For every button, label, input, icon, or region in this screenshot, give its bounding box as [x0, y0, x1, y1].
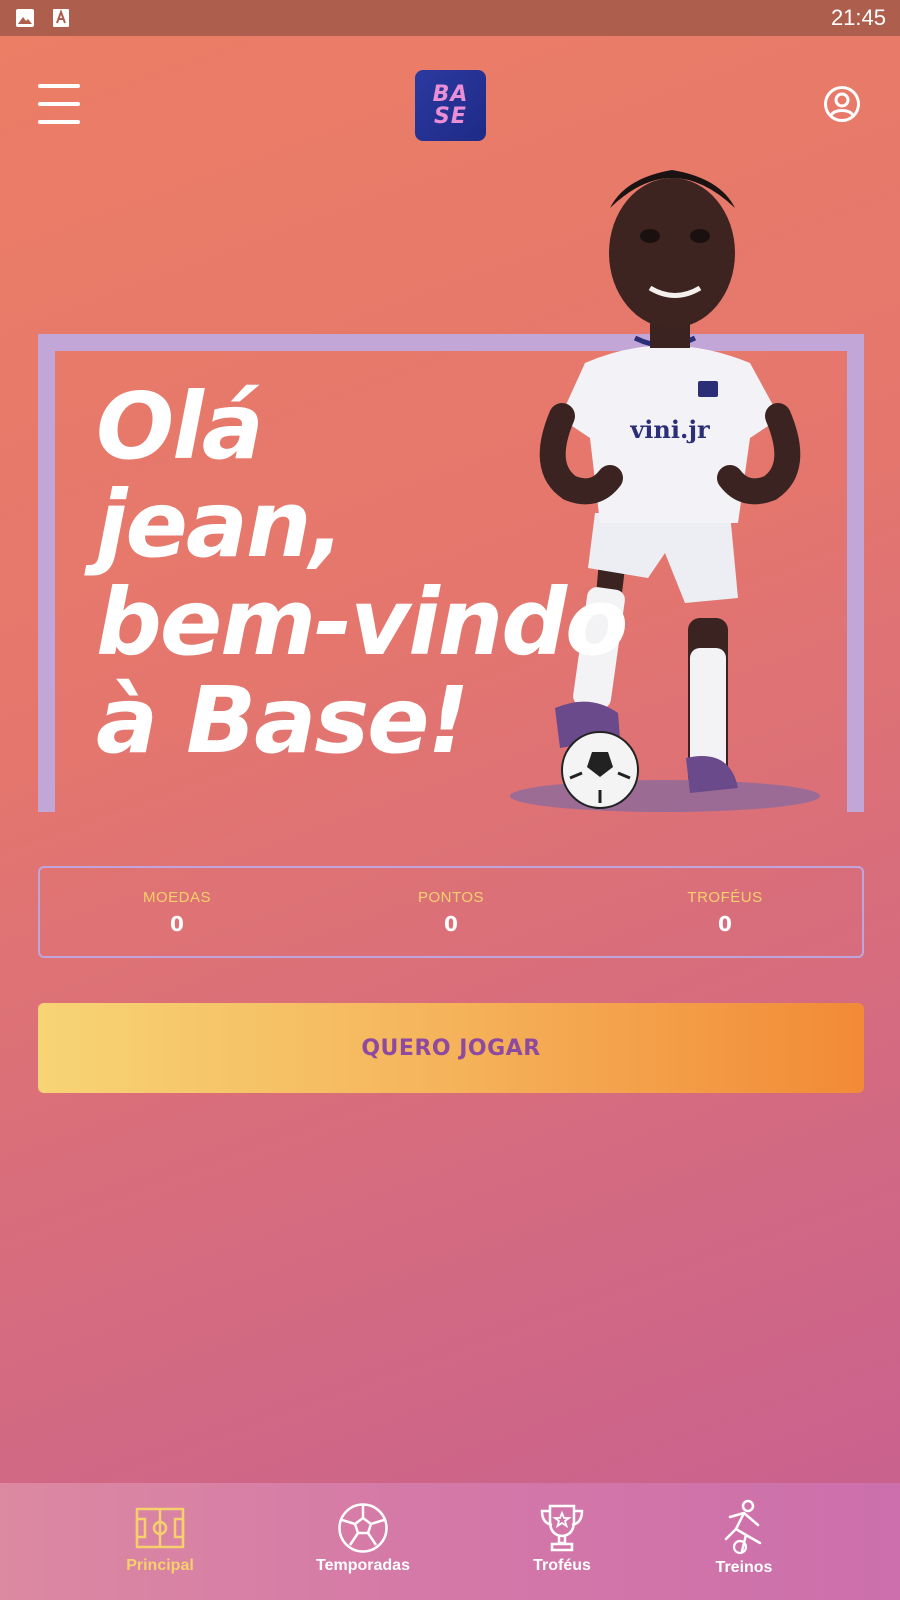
stat-points: PONTOS 0: [351, 889, 551, 936]
image-icon: [14, 7, 36, 29]
trophy-icon: [538, 1503, 586, 1553]
field-icon: [135, 1503, 185, 1553]
nav-item-trofeus[interactable]: Troféus: [512, 1483, 612, 1600]
stat-label: MOEDAS: [142, 888, 211, 906]
welcome-greeting: Olá jean, bem-vindo à Base!: [96, 378, 656, 770]
soccer-ball-icon: [337, 1503, 389, 1553]
nav-item-principal[interactable]: Principal: [110, 1483, 210, 1600]
training-player-icon: [718, 1499, 770, 1555]
status-bar: 21:45: [0, 0, 900, 36]
nav-label: Treinos: [715, 1559, 773, 1576]
user-circle-icon[interactable]: [823, 85, 861, 123]
nav-label: Principal: [126, 1557, 194, 1574]
status-time: 21:45: [830, 5, 886, 30]
nav-item-temporadas[interactable]: Temporadas: [303, 1483, 423, 1600]
stat-value: 0: [170, 911, 184, 936]
nav-item-treinos[interactable]: Treinos: [694, 1483, 794, 1600]
logo-line-2: SE: [434, 103, 467, 129]
nav-label: Temporadas: [316, 1557, 410, 1574]
stat-value: 0: [444, 911, 458, 936]
play-button[interactable]: QUERO JOGAR: [38, 1003, 864, 1093]
bottom-nav: Principal Temporadas Troféus Treinos: [0, 1483, 900, 1600]
logo-line-1: BA: [432, 81, 469, 107]
stat-label: PONTOS: [417, 888, 485, 906]
play-button-label: QUERO JOGAR: [361, 1035, 541, 1061]
stat-label: TROFÉUS: [687, 888, 763, 906]
stat-trophies: TROFÉUS 0: [625, 889, 825, 936]
stats-panel: MOEDAS 0 PONTOS 0 TROFÉUS 0: [38, 866, 864, 958]
stat-coins: MOEDAS 0: [77, 889, 277, 936]
base-logo: BA SE: [415, 70, 486, 141]
hamburger-icon[interactable]: [38, 84, 80, 124]
stat-value: 0: [718, 911, 732, 936]
greeting-line-2: jean,: [96, 471, 344, 578]
greeting-line-3: bem-vindo: [96, 569, 628, 676]
greeting-line-4: à Base!: [96, 667, 469, 774]
greeting-line-1: Olá: [96, 373, 264, 480]
font-icon: [50, 7, 72, 29]
nav-label: Troféus: [533, 1557, 591, 1574]
